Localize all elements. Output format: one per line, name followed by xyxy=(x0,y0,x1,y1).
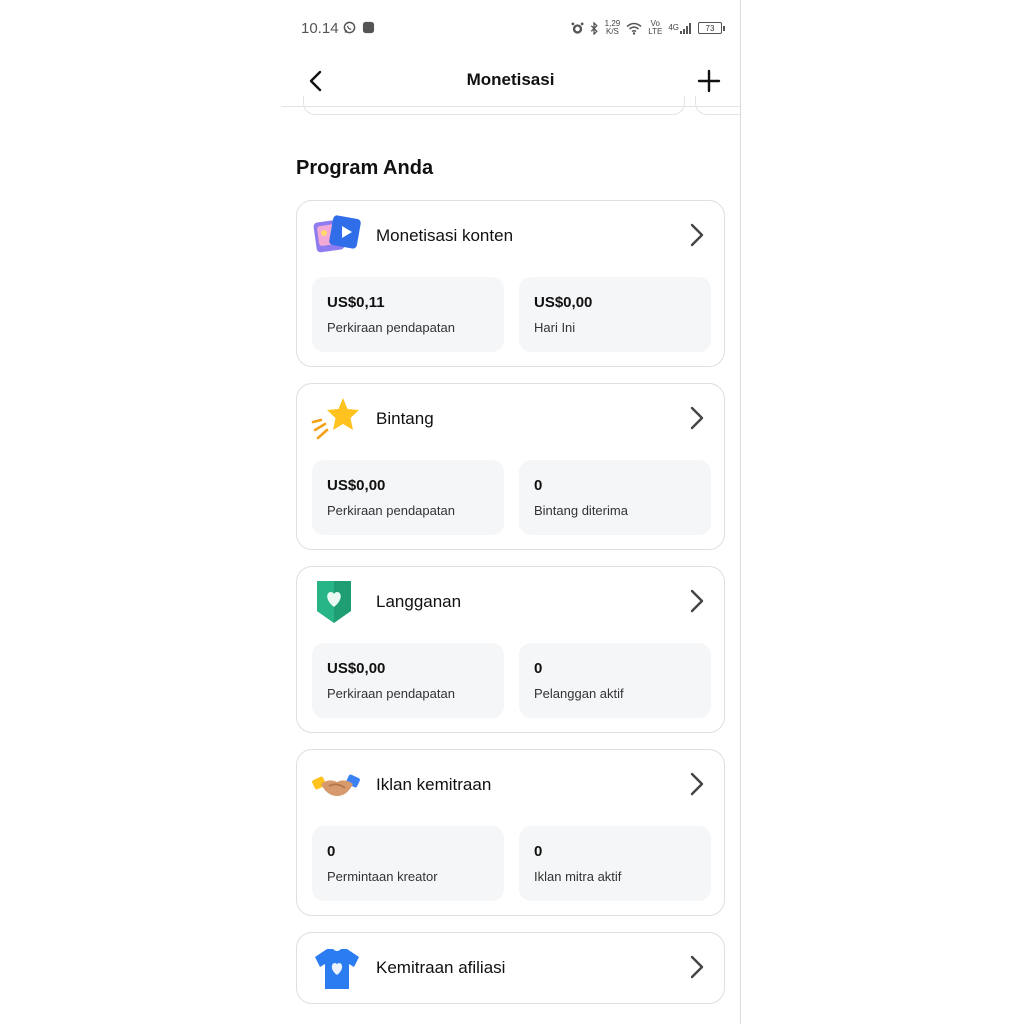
stat-value: US$0,11 xyxy=(327,294,385,311)
stat-label: Iklan mitra aktif xyxy=(534,869,622,884)
volte-bottom: LTE xyxy=(648,27,663,36)
whatsapp-icon xyxy=(343,21,356,34)
stat-tile: US$0,11 Perkiraan pendapatan xyxy=(312,277,504,352)
stat-value: US$0,00 xyxy=(327,477,386,494)
stat-label: Perkiraan pendapatan xyxy=(327,686,455,701)
stat-tile: US$0,00 Perkiraan pendapatan xyxy=(312,643,504,718)
phone-screen: 10.14 1,29 K/S Vo LTE 4G 73 Monetisasi P… xyxy=(281,0,740,1024)
page-title: Monetisasi xyxy=(466,70,555,89)
program-card-stars[interactable]: Bintang US$0,00 Perkiraan pendapatan 0 B… xyxy=(296,383,725,550)
status-time: 10.14 xyxy=(301,20,339,37)
plus-icon xyxy=(697,69,721,93)
stat-label: Permintaan kreator xyxy=(327,869,438,884)
stat-label: Pelanggan aktif xyxy=(534,686,624,701)
stat-tile: 0 Permintaan kreator xyxy=(312,826,504,901)
notification-icons xyxy=(343,21,375,34)
tshirt-icon xyxy=(311,943,363,993)
stat-value: 0 xyxy=(534,843,543,860)
stat-value: 0 xyxy=(327,843,336,860)
previous-card-edge xyxy=(303,96,685,115)
star-icon xyxy=(311,394,363,444)
add-button[interactable] xyxy=(696,66,722,96)
program-card-affiliate[interactable]: Kemitraan afiliasi xyxy=(296,932,725,1004)
chevron-right-icon[interactable] xyxy=(686,221,706,249)
status-right-icons: 1,29 K/S Vo LTE 4G 73 xyxy=(571,20,725,36)
card-title: Kemitraan afiliasi xyxy=(376,958,506,977)
stat-value: US$0,00 xyxy=(534,294,593,311)
handshake-icon xyxy=(311,760,363,810)
card-title: Monetisasi konten xyxy=(376,226,514,245)
chevron-right-icon[interactable] xyxy=(686,953,706,981)
status-bar: 10.14 1,29 K/S Vo LTE 4G 73 xyxy=(281,0,740,58)
previous-card-edge-right xyxy=(695,96,740,115)
program-card-partnership-ads[interactable]: Iklan kemitraan 0 Permintaan kreator 0 I… xyxy=(296,749,725,916)
program-card-content-monetization[interactable]: Monetisasi konten US$0,11 Perkiraan pend… xyxy=(296,200,725,367)
stat-tile: 0 Pelanggan aktif xyxy=(519,643,711,718)
card-title: Bintang xyxy=(376,409,434,428)
stat-tile: 0 Iklan mitra aktif xyxy=(519,826,711,901)
battery-indicator: 73 xyxy=(698,22,725,34)
alarm-icon xyxy=(571,21,584,34)
content-monetization-icon xyxy=(311,211,363,261)
network-speed: 1,29 K/S xyxy=(605,20,621,36)
card-title: Langganan xyxy=(376,592,462,611)
stat-label: Perkiraan pendapatan xyxy=(327,320,455,335)
heart-badge-icon xyxy=(311,577,363,627)
stat-label: Hari Ini xyxy=(534,320,576,335)
stat-value: 0 xyxy=(534,660,543,677)
stat-tile: 0 Bintang diterima xyxy=(519,460,711,535)
signal-indicator: 4G xyxy=(668,22,692,34)
stat-value: 0 xyxy=(534,477,543,494)
stat-label: Bintang diterima xyxy=(534,503,628,518)
chevron-right-icon[interactable] xyxy=(686,587,706,615)
card-title: Iklan kemitraan xyxy=(376,775,492,794)
network-type: 4G xyxy=(668,22,679,32)
app-notification-icon xyxy=(362,21,375,34)
stat-tile: US$0,00 Perkiraan pendapatan xyxy=(312,460,504,535)
wifi-icon xyxy=(626,22,642,35)
signal-icon xyxy=(680,22,691,34)
stat-value: US$0,00 xyxy=(327,660,386,677)
program-card-subscriptions[interactable]: Langganan US$0,00 Perkiraan pendapatan 0… xyxy=(296,566,725,733)
screen-divider xyxy=(740,0,741,1024)
chevron-right-icon[interactable] xyxy=(686,404,706,432)
volte-indicator: Vo LTE xyxy=(648,20,662,36)
speed-unit: K/S xyxy=(606,27,619,36)
chevron-right-icon[interactable] xyxy=(686,770,706,798)
bluetooth-icon xyxy=(590,21,598,35)
stat-label: Perkiraan pendapatan xyxy=(327,503,455,518)
stat-tile: US$0,00 Hari Ini xyxy=(519,277,711,352)
section-title: Program Anda xyxy=(296,157,434,179)
